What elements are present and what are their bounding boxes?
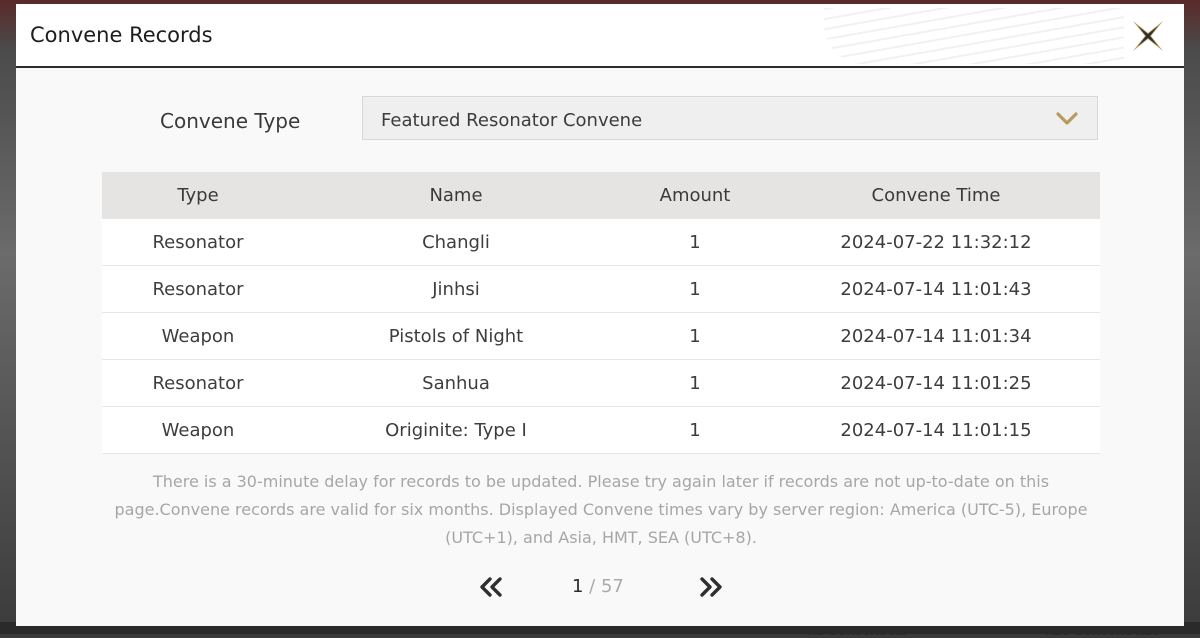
row-time: 2024-07-14 11:01:43 bbox=[772, 265, 1100, 313]
row-time: 2024-07-14 11:01:15 bbox=[772, 406, 1100, 454]
panel-title: Convene Records bbox=[30, 23, 213, 47]
convene-records-panel: Convene Records Convene Type Featured Re… bbox=[16, 4, 1184, 626]
header-name: Name bbox=[294, 172, 618, 219]
row-name: Jinhsi bbox=[294, 265, 618, 313]
double-chevron-left-icon bbox=[480, 577, 502, 597]
row-name: Originite: Type I bbox=[294, 406, 618, 454]
header-amount: Amount bbox=[618, 172, 772, 219]
header-decoration bbox=[824, 8, 1124, 64]
row-type: Weapon bbox=[102, 312, 294, 360]
row-type: Weapon bbox=[102, 406, 294, 454]
convene-type-selected-value: Featured Resonator Convene bbox=[381, 110, 643, 131]
panel-body: Convene Type Featured Resonator Convene … bbox=[16, 68, 1184, 626]
row-amount: 1 bbox=[618, 265, 772, 313]
table-row: Weapon Pistols of Night 1 2024-07-14 11:… bbox=[102, 312, 1100, 360]
header-convene-time: Convene Time bbox=[772, 172, 1100, 219]
row-amount: 1 bbox=[618, 359, 772, 407]
table-row: Resonator Jinhsi 1 2024-07-14 11:01:43 bbox=[102, 265, 1100, 313]
panel-header: Convene Records bbox=[16, 4, 1184, 68]
close-x-icon bbox=[1133, 21, 1163, 51]
close-button[interactable] bbox=[1130, 18, 1166, 54]
convene-type-dropdown[interactable]: Featured Resonator Convene bbox=[362, 96, 1098, 140]
row-time: 2024-07-14 11:01:34 bbox=[772, 312, 1100, 360]
table-row: Weapon Originite: Type I 1 2024-07-14 11… bbox=[102, 406, 1100, 454]
row-type: Resonator bbox=[102, 359, 294, 407]
pagination-separator: / bbox=[583, 576, 601, 597]
row-amount: 1 bbox=[618, 406, 772, 454]
row-time: 2024-07-22 11:32:12 bbox=[772, 218, 1100, 266]
row-type: Resonator bbox=[102, 265, 294, 313]
table-header-row: Type Name Amount Convene Time bbox=[102, 172, 1100, 219]
pagination-indicator: 1 / 57 bbox=[572, 576, 624, 597]
row-type: Resonator bbox=[102, 218, 294, 266]
row-name: Sanhua bbox=[294, 359, 618, 407]
pagination-next-button[interactable] bbox=[698, 576, 724, 598]
row-time: 2024-07-14 11:01:25 bbox=[772, 359, 1100, 407]
double-chevron-right-icon bbox=[700, 577, 722, 597]
pagination-current-page: 1 bbox=[572, 576, 584, 597]
update-delay-notice: There is a 30-minute delay for records t… bbox=[114, 472, 1088, 547]
chevron-down-icon bbox=[1056, 112, 1078, 125]
records-table: Type Name Amount Convene Time Resonator … bbox=[102, 172, 1100, 454]
pagination-prev-button[interactable] bbox=[478, 576, 504, 598]
row-name: Pistols of Night bbox=[294, 312, 618, 360]
row-amount: 1 bbox=[618, 312, 772, 360]
row-amount: 1 bbox=[618, 218, 772, 266]
header-type: Type bbox=[102, 172, 294, 219]
row-name: Changli bbox=[294, 218, 618, 266]
convene-type-label: Convene Type bbox=[160, 109, 301, 133]
pagination-total-pages: 57 bbox=[600, 576, 624, 597]
table-row: Resonator Changli 1 2024-07-22 11:32:12 bbox=[102, 218, 1100, 266]
table-row: Resonator Sanhua 1 2024-07-14 11:01:25 bbox=[102, 359, 1100, 407]
